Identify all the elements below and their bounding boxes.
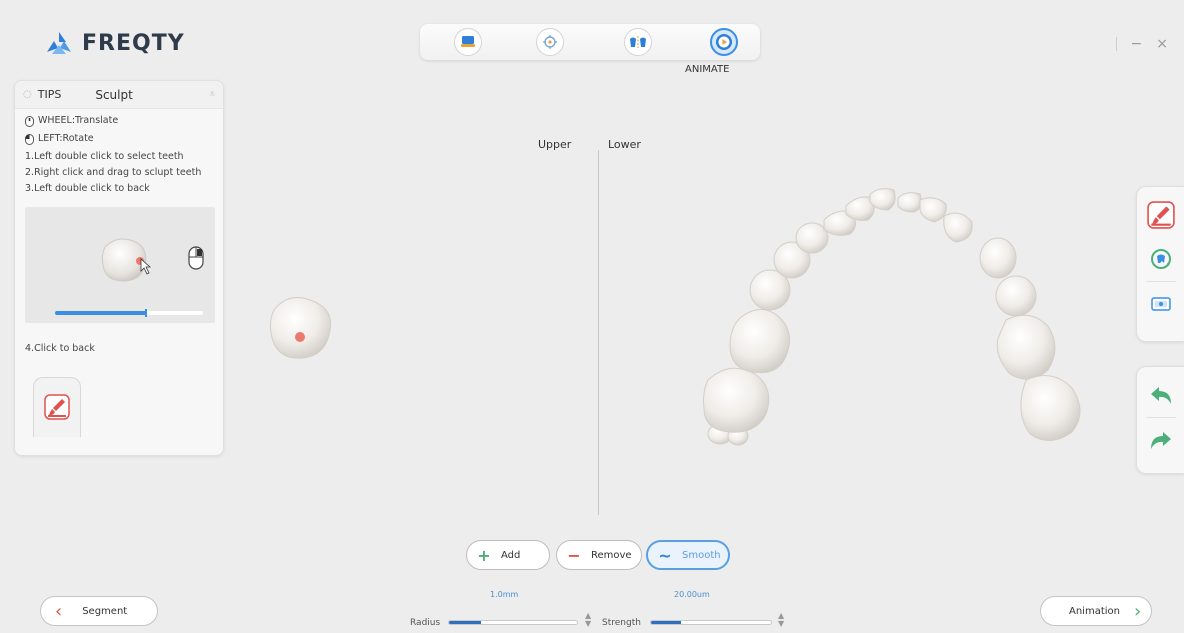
right-tool-panel bbox=[1136, 186, 1184, 342]
window-controls: − × bbox=[1115, 36, 1168, 52]
collapse-icon[interactable]: ⩡ bbox=[209, 89, 215, 100]
window-controls-divider bbox=[1115, 37, 1117, 51]
tips-header[interactable]: ◌ TIPS Sculpt ⩡ bbox=[15, 81, 223, 109]
left-tip: LEFT:Rotate bbox=[25, 131, 223, 147]
close-button[interactable]: × bbox=[1156, 36, 1168, 52]
wheel-tip: WHEEL:Translate bbox=[25, 113, 223, 129]
strength-slider[interactable] bbox=[650, 620, 772, 625]
scan-mode-button[interactable] bbox=[454, 28, 482, 56]
history-panel bbox=[1136, 366, 1184, 474]
scanner-icon bbox=[461, 36, 475, 47]
animate-mode-button[interactable] bbox=[710, 28, 738, 56]
sculpt-tool-button[interactable] bbox=[33, 377, 81, 437]
tips-header-label: TIPS bbox=[37, 88, 62, 101]
info-icon: ◌ bbox=[23, 89, 32, 100]
tip-step-4: 4.Click to back bbox=[25, 343, 95, 354]
toolbar-separator bbox=[1145, 417, 1176, 418]
strength-stepper[interactable]: ▲ ▼ bbox=[778, 612, 784, 628]
segment-back-button[interactable]: ‹ Segment bbox=[40, 596, 158, 626]
tip-step-2: 2.Right click and drag to sclupt teeth bbox=[25, 167, 202, 178]
smooth-label: Smooth bbox=[682, 549, 721, 561]
compare-mode-button[interactable] bbox=[624, 28, 652, 56]
segment-label: Segment bbox=[82, 605, 128, 617]
strength-slider-fill bbox=[651, 621, 681, 624]
tips-mode-title: Sculpt bbox=[95, 87, 133, 102]
left-tip-text: LEFT:Rotate bbox=[38, 133, 94, 144]
dental-model-viewport[interactable] bbox=[230, 150, 1110, 530]
radius-value: 1.0mm bbox=[490, 590, 519, 599]
play-icon bbox=[716, 34, 732, 50]
freqty-logo-icon bbox=[47, 32, 71, 54]
strength-value: 20.00um bbox=[674, 590, 710, 599]
plus-icon: + bbox=[477, 545, 491, 565]
sculpt-brush-icon bbox=[1146, 201, 1175, 229]
view-button[interactable] bbox=[1143, 286, 1179, 322]
app-logo: FREQTY bbox=[44, 30, 185, 56]
lower-arch[interactable] bbox=[703, 188, 1081, 446]
screen-icon bbox=[1150, 297, 1171, 311]
toolbar-separator bbox=[1145, 281, 1176, 282]
tip-step-1: 1.Left double click to select teeth bbox=[25, 151, 184, 162]
chevron-right-icon: › bbox=[1133, 600, 1142, 622]
undo-button[interactable] bbox=[1143, 377, 1179, 413]
remove-button[interactable]: − Remove bbox=[556, 540, 642, 570]
animation-label: Animation bbox=[1069, 605, 1120, 617]
minimize-button[interactable]: − bbox=[1131, 36, 1143, 52]
brand-name: FREQTY bbox=[82, 30, 185, 56]
wheel-tip-text: WHEEL:Translate bbox=[38, 115, 119, 126]
strength-label: Strength bbox=[602, 618, 641, 628]
tips-panel: ◌ TIPS Sculpt ⩡ WHEEL:Translate LEFT:Rot… bbox=[14, 80, 224, 456]
sculpt-tool-toggle[interactable] bbox=[1143, 197, 1179, 233]
redo-button[interactable] bbox=[1143, 422, 1179, 458]
radius-slider[interactable] bbox=[448, 620, 578, 625]
tooth-rotate-icon bbox=[1150, 249, 1171, 269]
teeth-split-icon bbox=[630, 36, 646, 48]
tooth-preview-icon bbox=[55, 238, 204, 317]
add-label: Add bbox=[501, 549, 521, 561]
radius-label: Radius bbox=[410, 618, 441, 628]
tip-preview-animation bbox=[25, 207, 215, 323]
mode-toolbar bbox=[420, 24, 760, 60]
undo-icon bbox=[1150, 387, 1171, 404]
add-button[interactable]: + Add bbox=[466, 540, 550, 570]
target-icon bbox=[543, 35, 557, 49]
tilde-icon: ~ bbox=[658, 545, 672, 565]
minus-icon: − bbox=[567, 545, 581, 565]
radius-slider-fill bbox=[449, 621, 481, 624]
mouse-left-icon bbox=[25, 133, 34, 145]
smooth-button[interactable]: ~ Smooth bbox=[646, 540, 730, 570]
animation-next-button[interactable]: Animation › bbox=[1040, 596, 1152, 626]
tooth-rotate-button[interactable] bbox=[1143, 241, 1179, 277]
redo-icon bbox=[1150, 432, 1171, 449]
selected-tooth[interactable] bbox=[269, 297, 332, 359]
chevron-left-icon: ‹ bbox=[55, 600, 63, 622]
radius-stepper[interactable]: ▲ ▼ bbox=[585, 612, 591, 628]
active-mode-label: ANIMATE bbox=[685, 64, 730, 75]
sculpt-brush-icon bbox=[44, 394, 70, 420]
mouse-wheel-icon bbox=[25, 115, 34, 127]
align-mode-button[interactable] bbox=[536, 28, 564, 56]
remove-label: Remove bbox=[591, 549, 632, 561]
tip-step-3: 3.Left double click to back bbox=[25, 183, 150, 194]
